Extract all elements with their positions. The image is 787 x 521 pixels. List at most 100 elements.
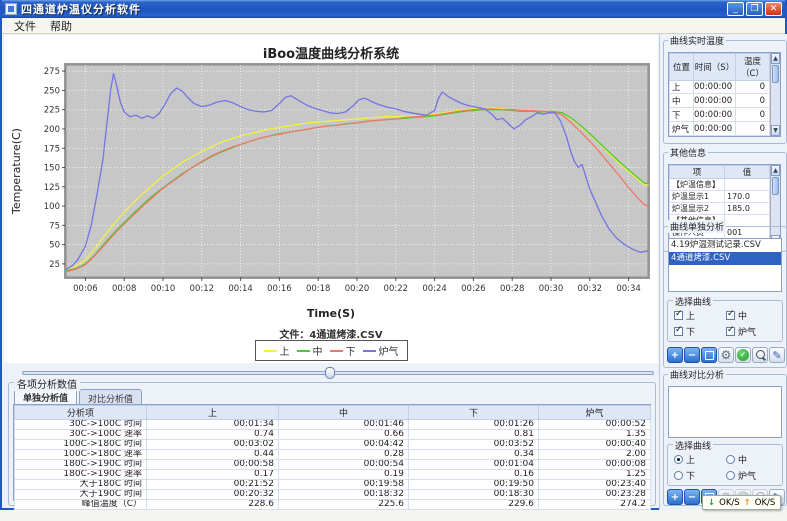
radio-icon[interactable] — [674, 454, 683, 464]
realtime-title: 曲线实时温度 — [668, 34, 727, 47]
curve-radio-3[interactable]: 下 — [674, 469, 726, 482]
zoom-in-button[interactable] — [667, 347, 683, 363]
x-tick-label: 00:12 — [190, 284, 215, 294]
table-cell — [724, 214, 770, 227]
single-analysis-group: 曲线单独分析 4.19炉温测试记录.CSV4通道烤漆.CSV 选择曲线 上中下炉… — [663, 220, 787, 368]
zoom-reset-button[interactable] — [701, 347, 717, 363]
table-row[interactable]: 下 00:00:00 0 — [669, 107, 770, 123]
table-cell: 00:01:04 — [408, 459, 539, 470]
apply-button[interactable]: ✓ — [735, 347, 751, 363]
curve-checkbox-4[interactable]: 炉气 — [726, 325, 778, 338]
scroll-down-icon[interactable]: ▼ — [771, 125, 780, 136]
zoom-out-button[interactable] — [684, 347, 700, 363]
table-row[interactable]: 180C->190C 时间 00:00:58 00:00:54 00:01:04 00:… — [14, 459, 651, 470]
table-row[interactable]: 100C->180C 速率 0.44 0.28 0.34 2.00 — [14, 449, 651, 460]
curve-radio-2[interactable]: 中 — [726, 453, 778, 466]
table-cell: 00:23:40 — [538, 479, 651, 490]
download-status: OK/S — [719, 497, 740, 508]
x-tick-label: 00:14 — [228, 284, 253, 294]
curve-radio-1[interactable]: 上 — [674, 453, 726, 466]
analysis-values-group: 各项分析数值 单独分析值 对比分析值 分析项上中下炉气 30C->100C 时间 0… — [8, 376, 656, 510]
preview-button[interactable] — [752, 347, 768, 363]
table-cell: 0.44 — [146, 449, 279, 460]
table-row[interactable]: 炉温显示2 185.0 — [669, 202, 770, 215]
csv-file-item[interactable]: 4通道烤漆.CSV — [669, 252, 781, 265]
table-row[interactable]: 大于180C 时间 00:21:52 00:19:58 00:19:50 00:23:4… — [14, 479, 651, 490]
checkbox-icon[interactable] — [726, 309, 735, 320]
radio-icon[interactable] — [726, 454, 735, 464]
zoom-in-button[interactable] — [667, 489, 683, 505]
table-cell: 大于190C 时间 — [14, 489, 147, 500]
table-cell: 00:19:50 — [408, 479, 539, 490]
table-row[interactable]: 炉气 00:00:00 0 — [669, 121, 770, 136]
radio-icon[interactable] — [674, 470, 683, 480]
column-header: 炉气 — [538, 405, 651, 420]
table-row[interactable]: 30C->100C 速率 0.74 0.66 0.81 1.35 — [14, 429, 651, 440]
table-cell: 180C->190C 时间 — [14, 459, 147, 470]
chart-file-label: 文件：4通道烤漆.CSV — [279, 330, 383, 341]
chart-scroll-slider[interactable] — [22, 367, 654, 379]
checkbox-icon[interactable] — [674, 309, 683, 320]
realtime-scrollbar[interactable]: ▲ ▼ — [770, 53, 780, 136]
zoom-out-button[interactable] — [684, 489, 700, 505]
curve-checkbox-2[interactable]: 中 — [726, 309, 778, 322]
upload-status: OK/S — [754, 497, 776, 508]
app-icon — [5, 3, 17, 15]
edit-button[interactable] — [769, 347, 785, 363]
legend-swatch — [329, 349, 343, 352]
curve-checkbox-1[interactable]: 上 — [674, 309, 726, 322]
scroll-thumb[interactable] — [772, 177, 779, 195]
x-tick-label: 00:22 — [384, 284, 409, 294]
curve-checkbox-3[interactable]: 下 — [674, 325, 726, 338]
restore-button[interactable]: ❐ — [746, 2, 763, 16]
table-row[interactable]: 峰值温度（C） 228.6 225.6 229.6 274.2 — [14, 499, 651, 510]
table-row[interactable]: 大于190C 时间 00:20:32 00:18:32 00:18:30 00:23:2… — [14, 489, 651, 500]
close-button[interactable]: ✕ — [765, 2, 782, 16]
table-row[interactable]: 炉温显示1 170.0 — [669, 190, 770, 203]
legend-label: 炉气 — [378, 347, 399, 358]
compare-analysis-group: 曲线对比分析 选择曲线 上中下炉气 ✓ — [663, 368, 787, 506]
scroll-thumb[interactable] — [772, 65, 779, 83]
upload-arrow-icon: ↑ — [743, 497, 751, 508]
temperature-chart[interactable]: 25 50 75 100 125 150 175 200 225 250 275 00:06 00:08… — [8, 59, 654, 305]
slider-groove[interactable] — [22, 371, 654, 375]
table-cell: 0 — [735, 93, 770, 109]
table-cell: 225.6 — [278, 499, 409, 510]
table-cell: 180C->190C 速率 — [14, 469, 147, 480]
table-cell: 00:00:00 — [693, 107, 736, 123]
table-cell: 00:00:00 — [693, 79, 736, 95]
table-cell: 00:00:58 — [146, 459, 279, 470]
csv-file-item[interactable]: 4.19炉温测试记录.CSV — [669, 239, 781, 252]
scroll-up-icon[interactable]: ▲ — [771, 53, 780, 64]
scroll-up-icon[interactable]: ▲ — [771, 165, 780, 176]
menu-help[interactable]: 帮助 — [44, 17, 78, 35]
table-row[interactable]: 180C->190C 速率 0.17 0.19 0.16 1.25 — [14, 469, 651, 480]
menu-file[interactable]: 文件 — [8, 17, 42, 35]
table-row[interactable]: 100C->180C 时间 00:03:02 00:04:42 00:03:52 00:… — [14, 439, 651, 450]
table-row[interactable]: 30C->100C 时间 00:01:34 00:01:46 00:01:26 00:0… — [14, 419, 651, 430]
table-row[interactable]: 【炉温信息】 — [669, 178, 770, 191]
checkbox-icon[interactable] — [674, 325, 683, 336]
table-cell: 00:01:26 — [408, 419, 539, 430]
minimize-button[interactable]: _ — [727, 2, 744, 16]
settings-button[interactable] — [718, 347, 734, 363]
choice-label: 炉气 — [738, 471, 757, 482]
table-cell: 229.6 — [408, 499, 539, 510]
table-cell: 0.28 — [278, 449, 409, 460]
slider-thumb[interactable] — [325, 367, 336, 379]
table-cell: 0.81 — [408, 429, 539, 440]
table-cell: 炉温显示1 — [669, 190, 725, 203]
window-title: 四通道炉温仪分析软件 — [21, 3, 141, 16]
compare-file-list[interactable] — [668, 386, 782, 438]
x-tick-label: 00:26 — [461, 284, 486, 294]
x-tick-label: 00:30 — [539, 284, 564, 294]
checkbox-icon[interactable] — [726, 325, 735, 336]
y-tick-label: 275 — [44, 67, 60, 77]
curve-radio-4[interactable]: 炉气 — [726, 469, 778, 482]
table-row[interactable]: 上 00:00:00 0 — [669, 79, 770, 95]
column-header: 项 — [669, 165, 725, 179]
radio-icon[interactable] — [726, 470, 735, 480]
x-tick-label: 00:20 — [345, 284, 370, 294]
table-row[interactable]: 中 00:00:00 0 — [669, 93, 770, 109]
table-cell: 0.16 — [408, 469, 539, 480]
